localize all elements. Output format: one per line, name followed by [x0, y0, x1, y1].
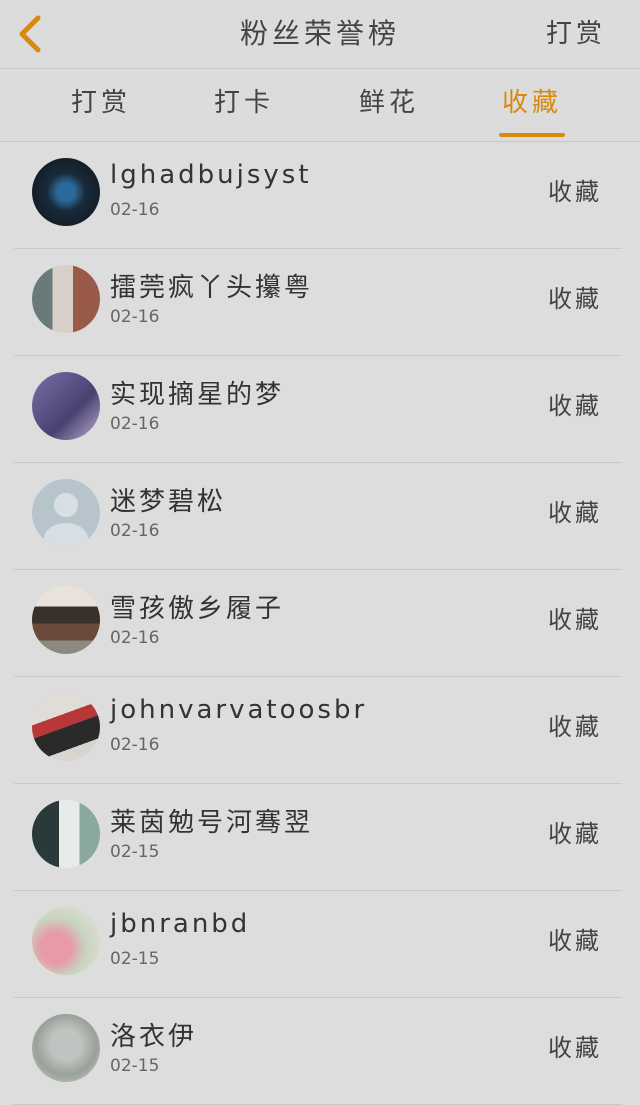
user-name: 莱茵勉号河骞翌 [110, 808, 314, 838]
tab-flowers[interactable]: 鲜花 [344, 69, 434, 141]
tab-checkin[interactable]: 打卡 [199, 69, 289, 141]
tab-label: 打赏 [70, 88, 131, 118]
action-label: 收藏 [548, 927, 602, 955]
page-title: 粉丝荣誉榜 [239, 17, 400, 50]
avatar[interactable] [32, 693, 100, 761]
date-label: 02-16 [110, 628, 160, 648]
list-item[interactable]: johnvarvatoosbr 02-16 收藏 [14, 677, 622, 784]
avatar[interactable] [32, 1014, 100, 1082]
fan-list: lghadbujsyst 02-16 收藏 擂莞疯丫头攥粤 02-16 收藏 实… [0, 142, 640, 1105]
tab-label: 收藏 [501, 88, 562, 118]
date-label: 02-16 [110, 200, 160, 220]
action-label: 收藏 [548, 392, 602, 420]
user-name: 擂莞疯丫头攥粤 [110, 273, 314, 303]
avatar[interactable] [32, 265, 100, 333]
tab-favorites[interactable]: 收藏 [487, 69, 577, 141]
tab-label: 打卡 [213, 88, 274, 118]
date-label: 02-16 [110, 307, 160, 327]
avatar[interactable] [32, 372, 100, 440]
list-item[interactable]: jbnranbd 02-15 收藏 [14, 891, 622, 998]
date-label: 02-15 [110, 949, 160, 969]
user-name: 迷梦碧松 [110, 487, 227, 517]
user-name: jbnranbd [110, 909, 251, 939]
list-item[interactable]: 擂莞疯丫头攥粤 02-16 收藏 [14, 249, 622, 356]
action-label: 收藏 [548, 285, 602, 313]
action-label: 收藏 [548, 606, 602, 634]
active-tab-indicator [499, 133, 565, 137]
tab-label: 鲜花 [358, 88, 419, 118]
date-label: 02-16 [110, 521, 160, 541]
default-avatar-icon [44, 493, 88, 547]
list-item[interactable]: 迷梦碧松 02-16 收藏 [14, 463, 622, 570]
list-item[interactable]: 洛衣伊 02-15 收藏 [14, 998, 622, 1105]
list-item[interactable]: 莱茵勉号河骞翌 02-15 收藏 [14, 784, 622, 891]
date-label: 02-15 [110, 1056, 160, 1076]
action-label: 收藏 [548, 713, 602, 741]
action-label: 收藏 [548, 178, 602, 206]
avatar[interactable] [32, 158, 100, 226]
avatar[interactable] [32, 479, 100, 547]
list-item[interactable]: 实现摘星的梦 02-16 收藏 [14, 356, 622, 463]
action-label: 收藏 [548, 1034, 602, 1062]
action-label: 收藏 [548, 499, 602, 527]
user-name: 实现摘星的梦 [110, 380, 285, 410]
top-bar: 粉丝荣誉榜 打赏 [0, 0, 640, 69]
date-label: 02-15 [110, 842, 160, 862]
user-name: 雪孩傲乡履子 [110, 594, 285, 624]
user-name: lghadbujsyst [110, 160, 312, 190]
date-label: 02-16 [110, 414, 160, 434]
action-label: 收藏 [548, 820, 602, 848]
user-name: 洛衣伊 [110, 1022, 198, 1052]
avatar[interactable] [32, 586, 100, 654]
avatar[interactable] [32, 907, 100, 975]
date-label: 02-16 [110, 735, 160, 755]
list-item[interactable]: lghadbujsyst 02-16 收藏 [14, 142, 622, 249]
list-item[interactable]: 雪孩傲乡履子 02-16 收藏 [14, 570, 622, 677]
avatar[interactable] [32, 800, 100, 868]
tab-bar: 打赏 打卡 鲜花 收藏 [0, 69, 640, 142]
reward-button[interactable]: 打赏 [546, 0, 606, 68]
tab-reward[interactable]: 打赏 [56, 69, 146, 141]
user-name: johnvarvatoosbr [110, 695, 368, 725]
